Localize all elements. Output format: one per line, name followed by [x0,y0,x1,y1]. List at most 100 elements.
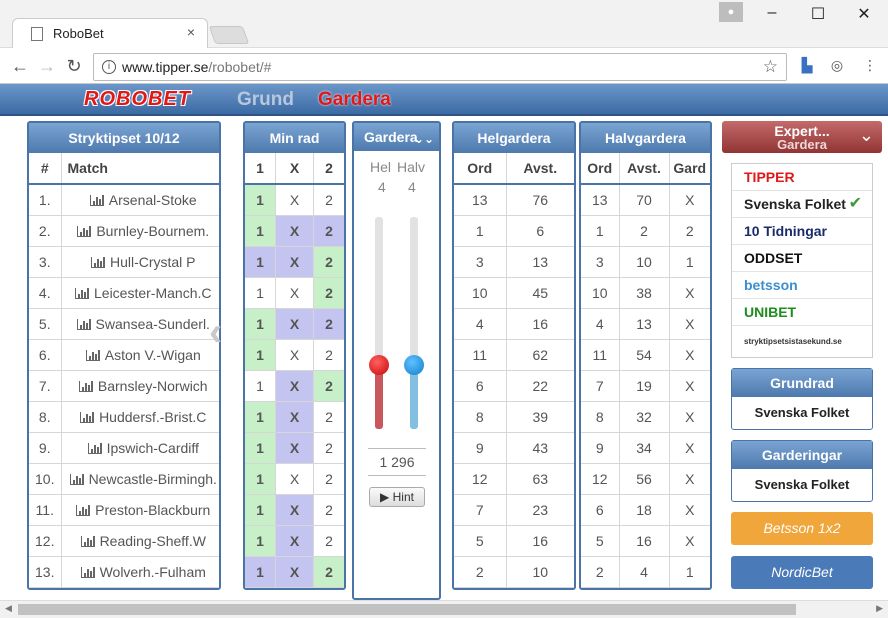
bar-chart-icon[interactable] [89,194,104,206]
match-name[interactable]: Hull-Crystal P [61,246,219,278]
minrad-cell[interactable]: 2 [313,370,344,402]
new-tab-button[interactable] [208,26,250,44]
match-name[interactable]: Preston-Blackburn [61,494,219,526]
match-name[interactable]: Wolverh.-Fulham [61,556,219,588]
expert-source-item[interactable]: ODDSET [732,245,872,272]
minrad-cell[interactable]: X [275,494,314,526]
minrad-cell[interactable]: 1 [245,432,276,464]
match-name[interactable]: Reading-Sheff.W [61,525,219,557]
extension-icon[interactable]: ◎ [827,57,847,77]
match-name[interactable]: Newcastle-Birmingh. [61,463,219,495]
minrad-cell[interactable]: 2 [313,494,344,526]
grundrad-box[interactable]: Grundrad Svenska Folket [731,368,873,430]
minrad-cell[interactable]: X [275,463,314,495]
minrad-cell[interactable]: 2 [313,339,344,371]
robobet-logo[interactable]: ROBOBET [84,88,191,111]
chevron-down-icon[interactable]: ⌄ [859,125,874,146]
bar-chart-icon[interactable] [76,504,91,516]
minrad-cell[interactable]: 1 [245,308,276,340]
minrad-cell[interactable]: X [275,246,314,278]
expert-source-item[interactable]: stryktipsetsistasekund.se [732,326,872,353]
bar-chart-icon[interactable] [75,287,89,299]
minrad-cell[interactable]: 2 [313,184,344,216]
match-name[interactable]: Swansea-Sunderl. [61,308,219,340]
bar-chart-icon[interactable] [69,473,84,485]
minrad-cell[interactable]: X [275,339,314,371]
match-name[interactable]: Huddersf.-Brist.C [61,401,219,433]
expert-source-item[interactable]: betsson [732,272,872,299]
minimize-button[interactable]: – [750,4,794,26]
close-tab-icon[interactable]: × [187,24,195,40]
expert-source-item[interactable]: UNIBET [732,299,872,326]
bar-chart-icon[interactable] [80,566,95,578]
minrad-cell[interactable]: 1 [245,184,276,216]
hel-slider-handle[interactable] [369,355,389,375]
address-bar[interactable]: i www.tipper.se/robobet/# ☆ [93,53,787,81]
expert-header[interactable]: Expert... Gardera ⌄ [722,121,882,153]
bar-chart-icon[interactable] [77,225,92,237]
nav-grund[interactable]: Grund [237,89,294,111]
minrad-cell[interactable]: 1 [245,494,276,526]
minrad-cell[interactable]: X [275,432,314,464]
bookmark-star-icon[interactable]: ☆ [763,57,778,77]
bar-chart-icon[interactable] [76,318,91,330]
match-name[interactable]: Leicester-Manch.C [61,277,219,309]
garderingar-box[interactable]: Garderingar Svenska Folket [731,440,873,502]
match-name[interactable]: Barnsley-Norwich [61,370,219,402]
bar-chart-icon[interactable] [80,411,95,423]
match-name[interactable]: Ipswich-Cardiff [61,432,219,464]
halv-slider-handle[interactable] [404,355,424,375]
minrad-cell[interactable]: 2 [313,277,344,309]
match-name[interactable]: Burnley-Bournem. [61,215,219,247]
bar-chart-icon[interactable] [90,256,105,268]
minrad-cell[interactable]: 1 [245,370,276,402]
bar-chart-icon[interactable] [80,535,95,547]
scroll-right-icon[interactable]: ▶ [876,603,883,614]
minrad-cell[interactable]: 1 [245,215,276,247]
minrad-cell[interactable]: 2 [313,463,344,495]
scrollbar-thumb[interactable] [18,604,796,615]
chart-extension-icon[interactable]: ▙ [797,57,817,77]
minrad-cell[interactable]: X [275,277,314,309]
minrad-cell[interactable]: 2 [313,246,344,278]
minrad-cell[interactable]: X [275,525,314,557]
back-icon[interactable]: ← [8,54,32,78]
chevron-down-icon[interactable]: ⌄⌄ [414,125,434,153]
gardera-header[interactable]: Gardera ⌄⌄ [354,123,439,151]
scroll-left-icon[interactable]: ◀ [5,603,12,614]
forward-icon[interactable]: → [35,54,59,78]
minrad-cell[interactable]: 2 [313,432,344,464]
minrad-cell[interactable]: 1 [245,246,276,278]
minrad-cell[interactable]: X [275,370,314,402]
close-window-button[interactable]: ✕ [842,4,886,26]
betsson-button[interactable]: Betsson 1x2 [731,512,873,545]
minrad-cell[interactable]: 2 [313,308,344,340]
minrad-cell[interactable]: 1 [245,525,276,557]
info-icon[interactable]: i [102,60,116,74]
hint-button[interactable]: ▶ Hint [369,487,425,507]
bar-chart-icon[interactable] [85,349,100,361]
minrad-cell[interactable]: X [275,401,314,433]
minrad-cell[interactable]: 2 [313,525,344,557]
bar-chart-icon[interactable] [78,380,93,392]
expert-source-item[interactable]: TIPPER [732,164,872,191]
match-name[interactable]: Aston V.-Wigan [61,339,219,371]
browser-tab[interactable]: RoboBet × [12,18,208,48]
collapse-left-icon[interactable]: ‹ [209,310,222,355]
match-name[interactable]: Arsenal-Stoke [61,184,219,216]
minrad-cell[interactable]: X [275,308,314,340]
minrad-cell[interactable]: 2 [313,556,344,588]
user-icon[interactable]: ● [719,2,743,22]
minrad-cell[interactable]: X [275,215,314,247]
minrad-cell[interactable]: 1 [245,277,276,309]
minrad-cell[interactable]: 1 [245,339,276,371]
horizontal-scrollbar[interactable]: ◀ ▶ [0,600,888,618]
expert-source-item[interactable]: Svenska Folket ✔ [732,191,872,218]
minrad-cell[interactable]: 1 [245,463,276,495]
nordicbet-button[interactable]: NordicBet [731,556,873,589]
minrad-cell[interactable]: 2 [313,401,344,433]
menu-icon[interactable]: ⋮ [860,57,880,77]
maximize-button[interactable]: ☐ [796,4,840,26]
reload-icon[interactable]: ↻ [62,54,86,78]
minrad-cell[interactable]: X [275,184,314,216]
